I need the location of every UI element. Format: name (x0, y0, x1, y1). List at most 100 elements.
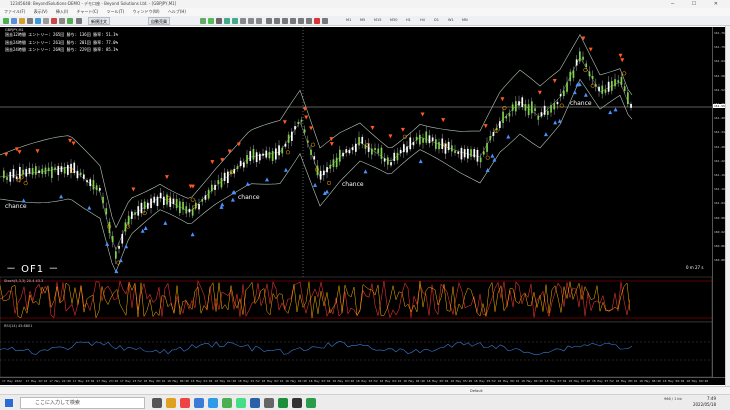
price-axis[interactable]: 161.760 161.700 161.640 161.580 161.520 161.4… (712, 27, 728, 377)
tf-w1[interactable]: W1 (448, 18, 454, 22)
brave-icon[interactable] (180, 398, 190, 408)
candle-body (204, 195, 207, 200)
chrome-icon[interactable] (222, 398, 232, 408)
buy-signal-arrow (608, 110, 613, 115)
auto-trade-button[interactable]: 自動売買 (148, 17, 170, 25)
chance-annotation: chance (238, 194, 260, 201)
hline-icon[interactable] (290, 18, 296, 24)
candle-body (486, 143, 488, 152)
app-icon[interactable] (292, 398, 302, 408)
navigator-icon[interactable] (35, 18, 41, 24)
profiles-icon[interactable] (11, 18, 17, 24)
edge-icon[interactable] (208, 398, 218, 408)
candle-body (345, 149, 348, 153)
chart-canvas[interactable] (0, 27, 713, 378)
sell-signal-arrow (388, 134, 393, 139)
candle-body (623, 86, 626, 92)
sell-signal-arrow (588, 47, 593, 52)
zoom-out-icon[interactable] (232, 18, 238, 24)
menu-window[interactable]: ウィンドウ(W) (132, 9, 159, 14)
app-icon[interactable] (250, 398, 260, 408)
indicator-icon[interactable] (67, 18, 73, 24)
candle-body (601, 85, 604, 94)
sell-signal-arrow (71, 141, 76, 146)
explorer-icon[interactable] (166, 398, 176, 408)
sell-signal-arrow (17, 150, 22, 155)
bar-chart-icon[interactable] (200, 18, 206, 24)
tf-d1[interactable]: D1 (434, 18, 439, 22)
candle-body (316, 165, 319, 176)
tf-m1[interactable]: M1 (346, 18, 351, 22)
window-controls[interactable]: ─ ☐ ✕ (671, 0, 726, 8)
new-chart-icon[interactable] (3, 18, 9, 24)
menu-view[interactable]: 表示(V) (34, 9, 48, 14)
tf-mn[interactable]: MN (462, 18, 468, 22)
menu-tools[interactable]: ツール(T) (107, 9, 125, 14)
candle-body (12, 169, 15, 178)
fibo-icon[interactable] (314, 18, 320, 24)
data-window-icon[interactable] (27, 18, 33, 24)
chart-area[interactable] (0, 27, 713, 378)
time-tick: 18 May 04:40 (403, 379, 425, 383)
candle-body (563, 90, 565, 97)
candle-body (543, 105, 546, 115)
market-watch-icon[interactable] (19, 18, 25, 24)
menu-file[interactable]: ファイル(F) (4, 9, 25, 14)
candle-chart-icon[interactable] (208, 18, 214, 24)
tf-m30[interactable]: M30 (390, 18, 397, 22)
terminal-icon[interactable] (43, 18, 49, 24)
toolbar: 新規注文 自動売買 M1 M5 M15 M30 H1 H4 D1 W1 MN (0, 16, 730, 26)
vline-icon[interactable] (282, 18, 288, 24)
candle-body (284, 143, 287, 147)
candle-body (99, 187, 101, 191)
task-view-icon[interactable] (152, 398, 162, 408)
time-tick: 17 May 2022 (2, 379, 22, 383)
menu-chart[interactable]: チャート(C) (76, 9, 98, 14)
channel-icon[interactable] (306, 18, 312, 24)
tester-icon[interactable] (51, 18, 57, 24)
candle-body (239, 160, 242, 167)
candle-body (358, 137, 360, 146)
clock[interactable]: 7:49 2022/05/18 (693, 396, 716, 408)
buy-signal-arrow (583, 92, 588, 97)
zoom-in-icon[interactable] (224, 18, 230, 24)
trendline-icon[interactable] (298, 18, 304, 24)
mt4-icon[interactable] (306, 398, 316, 408)
line-chart-icon[interactable] (216, 18, 222, 24)
buy-signal-arrow (572, 90, 577, 95)
candle-body (92, 180, 95, 190)
candle-body (25, 169, 28, 177)
time-axis[interactable]: 17 May 2022 17 May 22:16 17 May 22:40 17 Ma… (0, 377, 725, 385)
candle-body (483, 151, 485, 155)
toolbar-icon[interactable] (59, 18, 65, 24)
menu-help[interactable]: ヘルプ(H) (168, 9, 186, 14)
editor-icon[interactable] (76, 18, 82, 24)
crosshair-icon[interactable] (274, 18, 280, 24)
menu-insert[interactable]: 挿入(I) (56, 9, 68, 14)
app-icon[interactable] (264, 398, 274, 408)
vertical-scrollbar[interactable] (725, 26, 730, 390)
bollinger-lower (0, 78, 633, 273)
time-tick: 18 May 01:04 (190, 379, 213, 383)
taskbar-search[interactable]: ここに入力して検索 (20, 397, 145, 409)
windows-start-icon[interactable] (5, 399, 13, 407)
sell-signal-arrow (164, 175, 169, 180)
tf-h1[interactable]: H1 (406, 18, 411, 22)
tf-m15[interactable]: M15 (374, 18, 381, 22)
candle-body (249, 151, 252, 161)
tf-m5[interactable]: M5 (360, 18, 365, 22)
cursor-icon[interactable] (266, 18, 272, 24)
store-icon[interactable] (194, 398, 204, 408)
app-icon[interactable] (236, 398, 246, 408)
tile-icon[interactable] (240, 18, 246, 24)
candle-body (22, 169, 24, 175)
sell-signal-arrow (483, 124, 488, 129)
chart-shift-icon[interactable] (256, 18, 262, 24)
text-icon[interactable] (322, 18, 328, 24)
autoscroll-icon[interactable] (248, 18, 254, 24)
search-placeholder: ここに入力して検索 (35, 400, 80, 406)
candle-body (60, 166, 63, 172)
line-icon[interactable] (278, 398, 288, 408)
new-order-button[interactable]: 新規注文 (88, 17, 110, 25)
tf-h4[interactable]: H4 (420, 18, 425, 22)
